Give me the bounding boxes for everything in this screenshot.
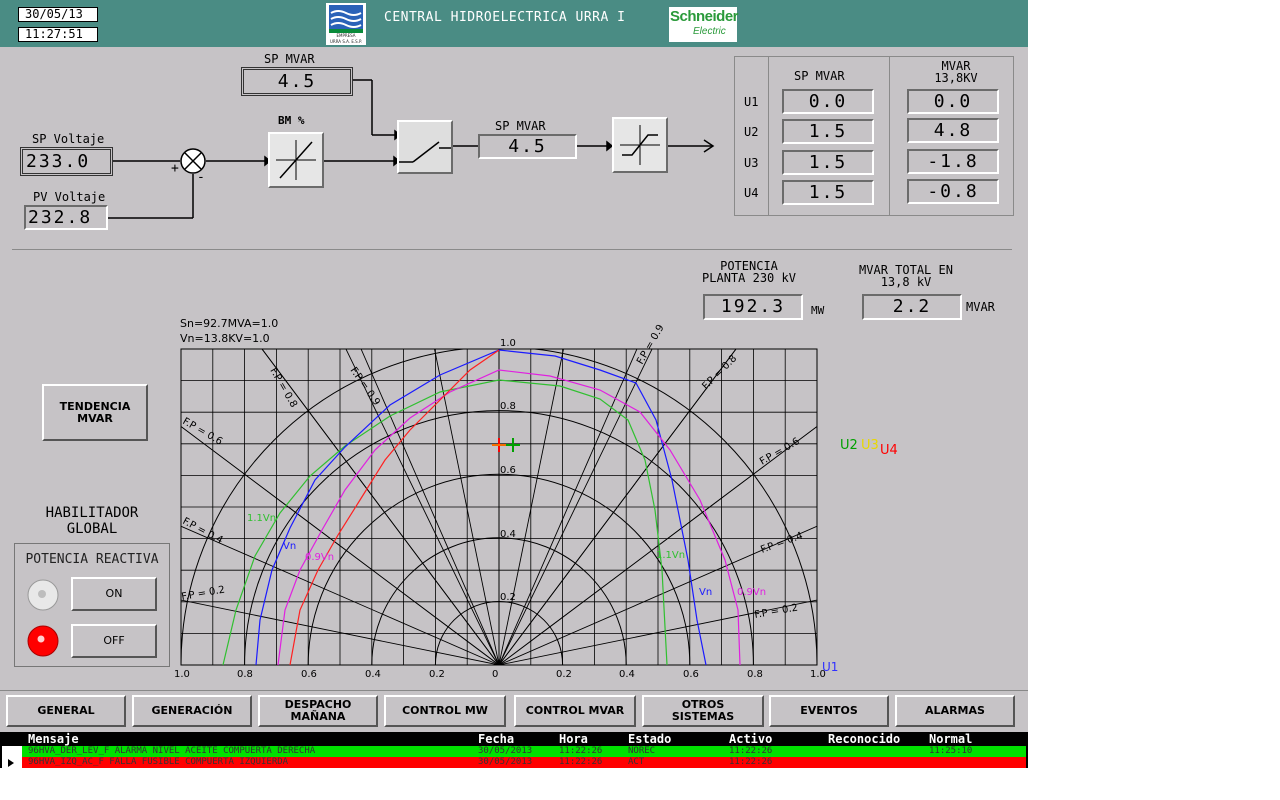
- alarm-row-marker: [2, 746, 22, 757]
- nav-eventos-button[interactable]: EVENTOS: [769, 695, 889, 727]
- nav-eventos-label: EVENTOS: [800, 704, 858, 717]
- alarm-header-fecha: Fecha: [478, 732, 515, 746]
- pf-label: F.P = 0.4: [759, 530, 804, 555]
- pf-line: [498, 349, 638, 665]
- curve-0-9vn: [277, 369, 741, 666]
- alarm-header-normal: Normal: [929, 732, 973, 746]
- nav-generacion-label: GENERACIÓN: [151, 704, 233, 717]
- x-tick-label: 0.6: [301, 669, 317, 680]
- pf-label: F.P = 0.8: [700, 353, 739, 392]
- alarm-hora: 11:22:26: [559, 757, 603, 767]
- tendencia-mvar-button[interactable]: TENDENCIA MVAR: [42, 384, 148, 441]
- nav-control-mvar-button[interactable]: CONTROL MVAR: [514, 695, 636, 727]
- y-tick-label: 0.8: [500, 401, 516, 412]
- alarm-header-activo: Activo: [729, 732, 773, 746]
- nav-otros-label-2: SISTEMAS: [671, 710, 735, 723]
- legend-u1: U1: [822, 660, 838, 674]
- alarm-estado: ACT: [628, 757, 645, 767]
- nav-alarmas-button[interactable]: ALARMAS: [895, 695, 1015, 727]
- pf-line: [498, 599, 817, 665]
- pf-line: [498, 349, 653, 665]
- tendencia-label-2: MVAR: [77, 411, 113, 425]
- row-pointer-icon: [8, 759, 14, 767]
- x-tick-label: 0.6: [683, 669, 699, 680]
- alarm-fecha: 30/05/2013: [478, 757, 533, 767]
- pf-label: F.P = 0.9: [635, 323, 667, 367]
- y-tick-label: 1.0: [500, 338, 516, 349]
- pf-label: F.P = 0.6: [758, 436, 802, 468]
- x-tick-label: 0.2: [429, 669, 445, 680]
- curve-vn: [255, 349, 707, 666]
- nav-alarmas-label: ALARMAS: [925, 704, 985, 717]
- alarm-header-estado: Estado: [628, 732, 672, 746]
- x-tick-label: 0.8: [237, 669, 253, 680]
- pf-line: [434, 349, 500, 665]
- alarm-message: 96HVA_DER_LEV_F ALARMA NIVEL ACEITE COMP…: [28, 746, 316, 756]
- hmi-screen: 30/05/13 11:27:51 EMPRESA URRA S.A. E.S.…: [0, 0, 1028, 768]
- alarm-row-marker: [2, 757, 22, 768]
- y-tick-label: 0.4: [500, 529, 516, 540]
- nav-general-label: GENERAL: [37, 704, 95, 717]
- legend-u4: U4: [880, 443, 898, 458]
- off-button[interactable]: OFF: [71, 624, 157, 658]
- nav-despacho-button[interactable]: DESPACHO MAÑANA: [258, 695, 378, 727]
- potencia-reactiva-label: POTENCIA REACTIVA: [25, 552, 159, 567]
- alarm-header-mensaje: Mensaje: [28, 732, 79, 746]
- x-tick-label: 0.2: [556, 669, 572, 680]
- limit-curve: [289, 349, 500, 666]
- curve-label-0-9vn: 0.9Vn: [305, 552, 334, 563]
- nav-generacion-button[interactable]: GENERACIÓN: [132, 695, 252, 727]
- alarm-header-hora: Hora: [559, 732, 588, 746]
- alarm-row[interactable]: 96HVA_DER_LEV_F ALARMA NIVEL ACEITE COMP…: [2, 746, 1026, 757]
- off-indicator-icon: [27, 625, 59, 657]
- x-tick-label: 0: [492, 669, 498, 680]
- habilitador-label-1: HABILITADOR: [45, 505, 139, 521]
- curve-label-1-1vn-right: 1.1Vn: [656, 550, 685, 561]
- curve-label-vn-right: Vn: [699, 587, 712, 598]
- habilitador-label-2: GLOBAL: [66, 521, 118, 537]
- nav-control-mvar-label: CONTROL MVAR: [525, 704, 625, 717]
- pf-line: [498, 525, 817, 665]
- on-button[interactable]: ON: [71, 577, 157, 611]
- alarm-activo: 11:22:26: [729, 746, 773, 756]
- legend-u3: U3: [861, 438, 879, 453]
- x-tick-label: 0.4: [365, 669, 381, 680]
- pf-line: [498, 349, 564, 665]
- x-tick-label: 0.4: [619, 669, 635, 680]
- pf-label: F.P = 0.4: [181, 516, 225, 546]
- alarm-row[interactable]: 96HVA_IZQ_AC_F FALLA FUSIBLE COMPUERTA I…: [2, 757, 1026, 768]
- x-tick-label: 1.0: [174, 669, 190, 680]
- alarm-header-reconocido: Reconocido: [828, 732, 901, 746]
- alarm-normal: 11:25:10: [929, 746, 973, 756]
- alarm-activo: 11:22:26: [729, 757, 773, 767]
- alarm-hora: 11:22:26: [559, 746, 603, 756]
- on-indicator-icon: [27, 579, 59, 611]
- pf-line: [345, 349, 500, 665]
- curve-label-1-1vn: 1.1Vn: [247, 513, 276, 524]
- nav-control-mw-button[interactable]: CONTROL MW: [384, 695, 506, 727]
- pf-label: F.P = 0.8: [267, 366, 299, 410]
- tendencia-label-1: TENDENCIA: [59, 399, 131, 413]
- y-tick-label: 0.6: [500, 465, 516, 476]
- alarm-estado: NOREC: [628, 746, 656, 756]
- alarm-fecha: 30/05/2013: [478, 746, 533, 756]
- x-tick-label: 0.8: [747, 669, 763, 680]
- alarm-message: 96HVA_IZQ_AC_F FALLA FUSIBLE COMPUERTA I…: [28, 757, 289, 767]
- pf-label: F.P = 0.2: [181, 584, 226, 602]
- nav-otros-sistemas-button[interactable]: OTROS SISTEMAS: [642, 695, 764, 727]
- nav-general-button[interactable]: GENERAL: [6, 695, 126, 727]
- pf-line: [498, 349, 737, 665]
- curve-label-0-9vn-right: 0.9Vn: [737, 587, 766, 598]
- nav-control-mw-label: CONTROL MW: [402, 704, 488, 717]
- pf-line: [498, 425, 817, 665]
- pf-label: F.P = 0.2: [754, 602, 799, 620]
- curve-label-vn: Vn: [283, 541, 296, 552]
- nav-despacho-label-2: MAÑANA: [290, 710, 346, 723]
- legend-u2: U2: [840, 438, 858, 453]
- y-tick-label: 0.2: [500, 592, 516, 603]
